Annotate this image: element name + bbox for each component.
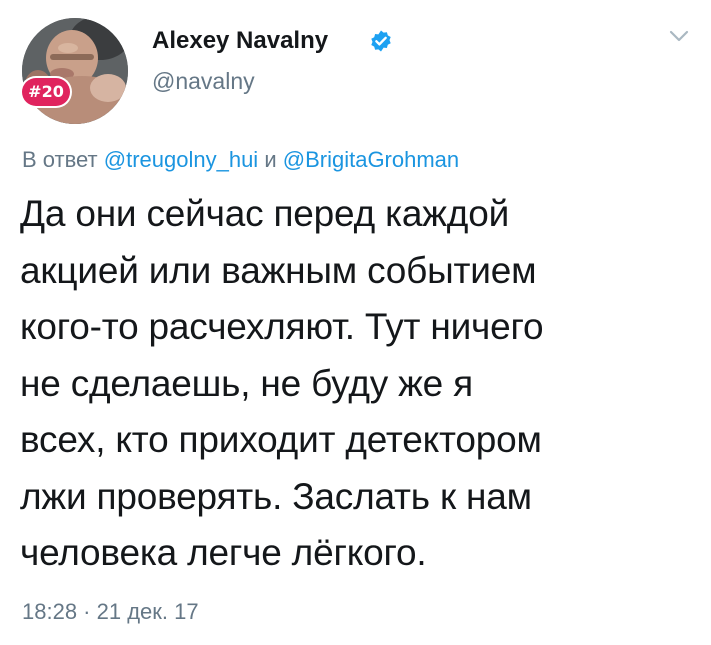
reply-mention-link[interactable]: @treugolny_hui bbox=[104, 147, 258, 172]
reply-context: В ответ @treugolny_hui и @BrigitaGrohman bbox=[22, 147, 459, 173]
verified-badge-icon bbox=[371, 30, 391, 52]
reply-conjunction: и bbox=[264, 147, 277, 172]
author-handle[interactable]: @navalny bbox=[152, 68, 255, 95]
reply-mention-link[interactable]: @BrigitaGrohman bbox=[283, 147, 459, 172]
avatar[interactable] bbox=[22, 18, 128, 124]
tweet-timestamp[interactable]: 18:28 · 21 дек. 17 bbox=[22, 599, 199, 625]
avatar-badge: #20 bbox=[22, 78, 70, 106]
avatar-image bbox=[22, 18, 128, 124]
author-display-name[interactable]: Alexey Navalny bbox=[152, 27, 328, 55]
tweet-text: Да они сейчас перед каждой акцией или ва… bbox=[20, 193, 544, 573]
reply-prefix: В ответ bbox=[22, 147, 98, 172]
tweet: #20 Alexey Navalny @navalny В ответ @tre… bbox=[0, 0, 711, 645]
chevron-down-icon[interactable] bbox=[668, 28, 690, 44]
